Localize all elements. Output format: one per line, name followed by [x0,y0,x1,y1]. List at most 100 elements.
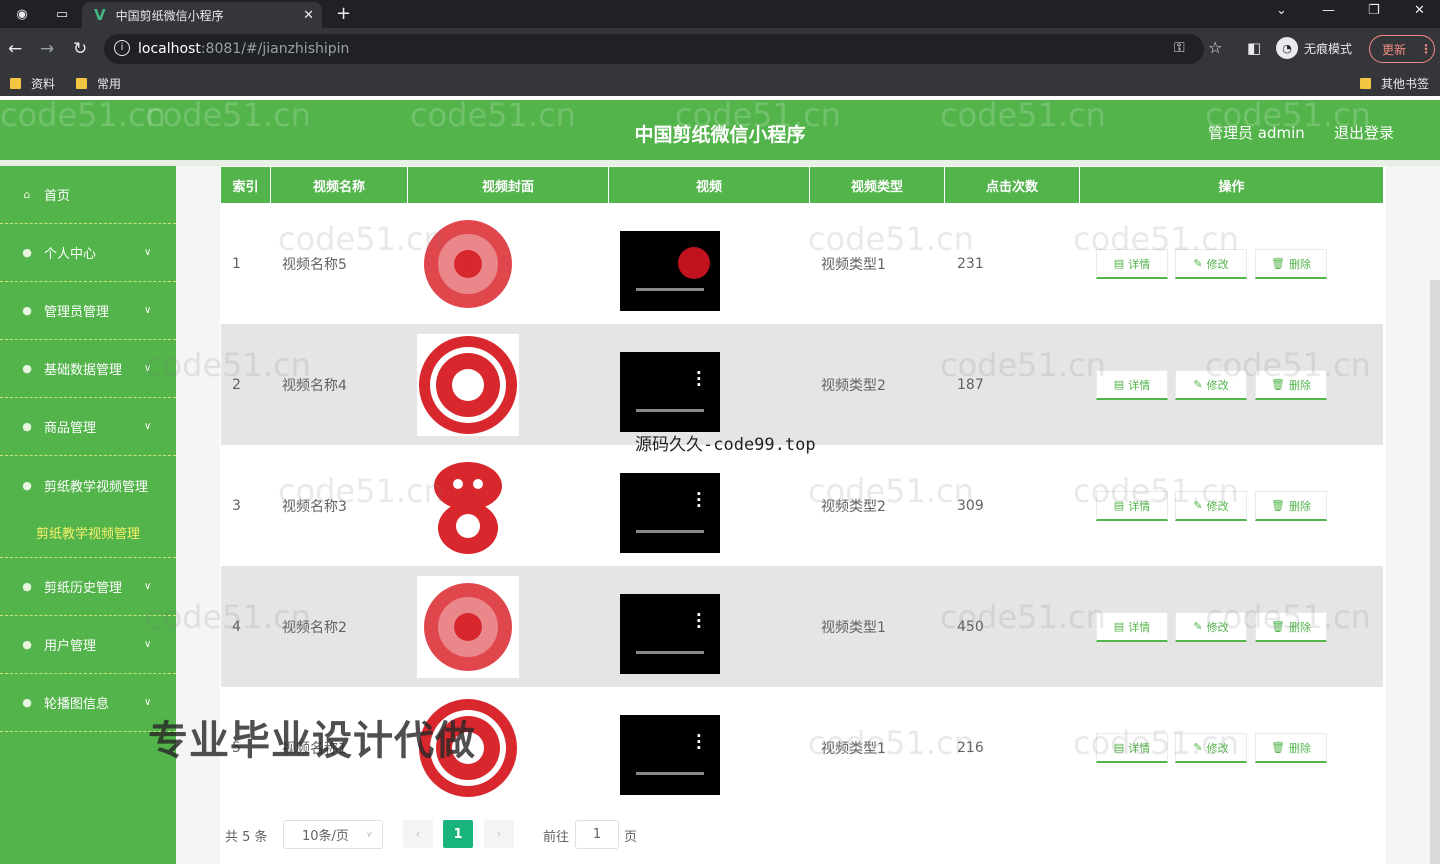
tab-list-icon[interactable]: ⌄ [1276,3,1287,18]
bookmark-folder[interactable]: 资料 [10,75,55,92]
clicks-cell: 450 [957,618,984,635]
update-button[interactable]: 更新 ⋮ [1369,35,1435,63]
index-cell: 1 [232,255,241,272]
trash-icon: 🗑 [1271,741,1285,754]
papercut-cat-image [434,462,502,554]
tab-search-icon[interactable]: ▭ [52,4,72,24]
sidebar-item-admins[interactable]: ● 管理员管理 ∨ [0,282,176,340]
database-icon: ● [22,362,32,375]
video-progress-bar[interactable] [636,651,704,654]
trash-icon: 🗑 [1271,499,1285,512]
sidebar-subitem-videos[interactable]: 剪纸教学视频管理 [0,508,176,558]
column-header: 视频封面 [408,167,609,203]
minimize-icon[interactable]: — [1322,3,1335,18]
detail-button[interactable]: ▤ 详情 [1096,249,1168,279]
sidebar-item-goods[interactable]: ● 商品管理 ∨ [0,398,176,456]
close-tab-icon[interactable]: ✕ [303,8,314,23]
detail-button[interactable]: ▤ 详情 [1096,733,1168,763]
source-stamp: 源码久久-code99.top [635,435,816,455]
sidebar-item-videos[interactable]: ● 剪纸教学视频管理 [0,456,176,514]
chevron-down-icon: ∨ [144,421,152,432]
video-player[interactable]: · · · [620,473,720,553]
sidebar-item-basedata[interactable]: ● 基础数据管理 ∨ [0,340,176,398]
folder-icon [76,78,87,89]
video-progress-bar[interactable] [636,409,704,412]
delete-button[interactable]: 🗑 删除 [1255,370,1327,400]
video-menu-icon[interactable]: · · · [696,729,702,756]
sidebar-item-label: 剪纸历史管理 [44,581,123,596]
logout-link[interactable]: 退出登录 [1334,122,1394,143]
url-input[interactable]: i localhost:8081/#/jianzhishipin ⚿ ☆ [104,34,1222,64]
window-close-icon[interactable]: ✕ [1414,3,1425,18]
other-bookmarks[interactable]: 其他书签 [1360,75,1429,92]
delete-button[interactable]: 🗑 删除 [1255,249,1327,279]
detail-button[interactable]: ▤ 详情 [1096,612,1168,642]
video-player[interactable]: · · · [620,715,720,795]
forward-icon[interactable]: → [40,39,54,59]
delete-button[interactable]: 🗑 删除 [1255,733,1327,763]
edit-button[interactable]: ✎ 修改 [1175,733,1247,763]
video-menu-icon[interactable]: · · · [696,487,702,514]
sidepanel-icon[interactable]: ◧ [1247,39,1261,57]
sidebar-item-users[interactable]: ● 用户管理 ∨ [0,616,176,674]
chevron-down-icon: ∨ [144,581,152,592]
video-menu-icon[interactable]: · · · [696,608,702,635]
video-progress-bar[interactable] [636,288,704,291]
browser-menu-icon[interactable]: ◉ [12,4,32,24]
clicks-cell: 231 [957,255,984,272]
back-icon[interactable]: ← [8,39,22,59]
detail-button[interactable]: ▤ 详情 [1096,370,1168,400]
bookmark-folder[interactable]: 常用 [76,75,121,92]
video-progress-bar[interactable] [636,772,704,775]
detail-label: 详情 [1128,378,1151,392]
scrollbar[interactable] [1430,280,1440,864]
vue-icon: V [94,6,106,24]
prev-page-button[interactable]: ‹ [403,820,433,848]
video-player[interactable]: · · · [620,594,720,674]
delete-button[interactable]: 🗑 删除 [1255,612,1327,642]
sidebar-item-profile[interactable]: ● 个人中心 ∨ [0,224,176,282]
key-icon[interactable]: ⚿ [1174,40,1185,56]
detail-label: 详情 [1128,257,1151,271]
edit-button[interactable]: ✎ 修改 [1175,370,1247,400]
video-menu-icon[interactable]: · · · [696,366,702,393]
edit-button[interactable]: ✎ 修改 [1175,612,1247,642]
user-icon: ● [22,246,32,259]
users-icon: ● [22,638,32,651]
tab-title: 中国剪纸微信小程序 [115,8,224,23]
column-header: 索引 [221,167,271,203]
video-progress-bar[interactable] [636,530,704,533]
cover-image[interactable] [417,455,519,557]
sidebar-item-history[interactable]: ● 剪纸历史管理 ∨ [0,558,176,616]
info-icon[interactable]: i [114,40,130,56]
edit-button[interactable]: ✎ 修改 [1175,249,1247,279]
delete-button[interactable]: 🗑 删除 [1255,491,1327,521]
papercut-phoenix-image [424,220,512,308]
name-cell: 视频名称5 [282,256,347,273]
video-player[interactable] [620,231,720,311]
reload-icon[interactable]: ↻ [73,39,87,59]
name-cell: 视频名称4 [282,377,347,394]
clicks-cell: 216 [957,739,984,756]
video-player[interactable]: · · · [620,352,720,432]
star-icon[interactable]: ☆ [1208,38,1222,57]
edit-button[interactable]: ✎ 修改 [1175,491,1247,521]
page-size-select[interactable]: 10条/页 ∨ [283,820,383,849]
index-cell: 3 [232,497,241,514]
goto-page-input[interactable]: 1 [575,820,619,849]
next-page-button[interactable]: › [484,820,514,848]
cover-image[interactable] [417,576,519,678]
detail-icon: ▤ [1113,378,1125,391]
browser-tab[interactable]: V 中国剪纸微信小程序 ✕ [82,2,322,28]
cover-image[interactable] [417,213,519,315]
detail-button[interactable]: ▤ 详情 [1096,491,1168,521]
sidebar-item-home[interactable]: ⌂ 首页 [0,166,176,224]
new-tab-icon[interactable]: + [336,3,351,24]
admin-icon: ● [22,304,32,317]
goto-suffix: 页 [624,830,638,845]
current-page-button[interactable]: 1 [443,820,473,848]
cover-image[interactable] [417,334,519,436]
restore-icon[interactable]: ❐ [1368,3,1380,18]
trash-icon: 🗑 [1271,378,1285,391]
incognito-badge[interactable]: ◔ 无痕模式 [1276,37,1352,59]
